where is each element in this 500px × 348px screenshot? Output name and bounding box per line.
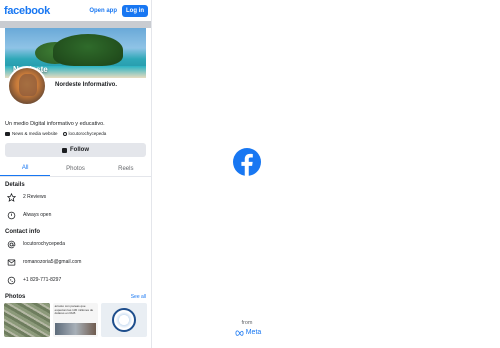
- category-label: News & media website: [12, 131, 58, 136]
- reviews-label: 2 Reviews: [23, 194, 47, 200]
- instagram-icon: [62, 131, 67, 136]
- facebook-logo-icon: [233, 148, 261, 176]
- from-label: from: [241, 320, 253, 326]
- at-sign-icon: [7, 240, 16, 249]
- envelope-icon: [7, 258, 16, 267]
- contact-instagram-label: locutorochycepeda: [23, 241, 65, 247]
- instagram-label: locutorochycepeda: [68, 131, 107, 136]
- photo-image: [54, 323, 97, 335]
- category-item: News & media website: [5, 131, 58, 136]
- login-button[interactable]: Log in: [122, 4, 148, 17]
- photos-grid: arresto con pareas que especian las 130 …: [0, 303, 151, 337]
- contact-email-row[interactable]: romanozoria5@gmail.com: [0, 253, 151, 271]
- top-bar: facebook Open app Log in: [0, 0, 151, 21]
- seal-logo: [112, 308, 137, 332]
- screen: facebook Open app Log in Nordeste Nordes…: [0, 0, 500, 348]
- contact-phone-row[interactable]: +1 829-771-8297: [0, 271, 151, 289]
- see-all-link[interactable]: See all: [131, 294, 146, 300]
- tab-photos[interactable]: Photos: [50, 161, 100, 176]
- details-title: Details: [5, 182, 25, 188]
- page-bio: Un medio Digital informativo y educativo…: [5, 121, 105, 127]
- avatar[interactable]: [7, 66, 47, 106]
- topbar-actions: Open app Log in: [89, 4, 148, 17]
- photo-caption: arresto con pareas que especian las 130 …: [54, 304, 94, 316]
- contact-phone-label: +1 829-771-8297: [23, 277, 62, 283]
- photo-thumbnail[interactable]: arresto con pareas que especian las 130 …: [52, 303, 99, 337]
- whatsapp-icon: [7, 276, 16, 285]
- star-icon: [7, 192, 16, 202]
- photo-thumbnail[interactable]: [4, 303, 50, 337]
- splash-pane: [153, 0, 500, 348]
- facebook-wordmark[interactable]: facebook: [4, 5, 50, 17]
- follow-label: Follow: [70, 147, 89, 153]
- photos-heading: Photos See all: [0, 294, 151, 300]
- page-title: Nordeste Informativo.: [55, 82, 118, 88]
- tab-all[interactable]: All: [0, 161, 51, 176]
- photo-thumbnail[interactable]: [101, 303, 148, 337]
- header-divider: [0, 21, 151, 28]
- page-meta: News & media website locutorochycepeda: [0, 131, 151, 136]
- follow-button[interactable]: Follow: [5, 143, 146, 157]
- hours-label: Always open: [23, 212, 52, 218]
- reviews-row[interactable]: 2 Reviews: [0, 188, 151, 206]
- meta-wordmark: Meta: [245, 329, 262, 336]
- profile-header: Nordeste Informativo.: [0, 66, 151, 118]
- mobile-page-panel: facebook Open app Log in Nordeste Nordes…: [0, 0, 152, 348]
- cover-island: [53, 34, 123, 66]
- open-app-link[interactable]: Open app: [89, 8, 117, 14]
- meta-brand: Meta: [231, 329, 265, 336]
- photos-title: Photos: [5, 294, 26, 300]
- clock-icon: [7, 211, 16, 220]
- hours-row: Always open: [0, 206, 151, 224]
- meta-infinity-icon: [235, 330, 244, 336]
- instagram-item[interactable]: locutorochycepeda: [62, 131, 107, 136]
- contact-email-label: romanozoria5@gmail.com: [23, 259, 82, 265]
- follow-icon: [62, 147, 67, 153]
- contact-instagram-row[interactable]: locutorochycepeda: [0, 235, 151, 253]
- contact-title: Contact info: [5, 229, 40, 235]
- profile-tabs: All Photos Reels: [0, 161, 151, 177]
- tab-reels[interactable]: Reels: [101, 161, 151, 176]
- briefcase-icon: [5, 131, 10, 136]
